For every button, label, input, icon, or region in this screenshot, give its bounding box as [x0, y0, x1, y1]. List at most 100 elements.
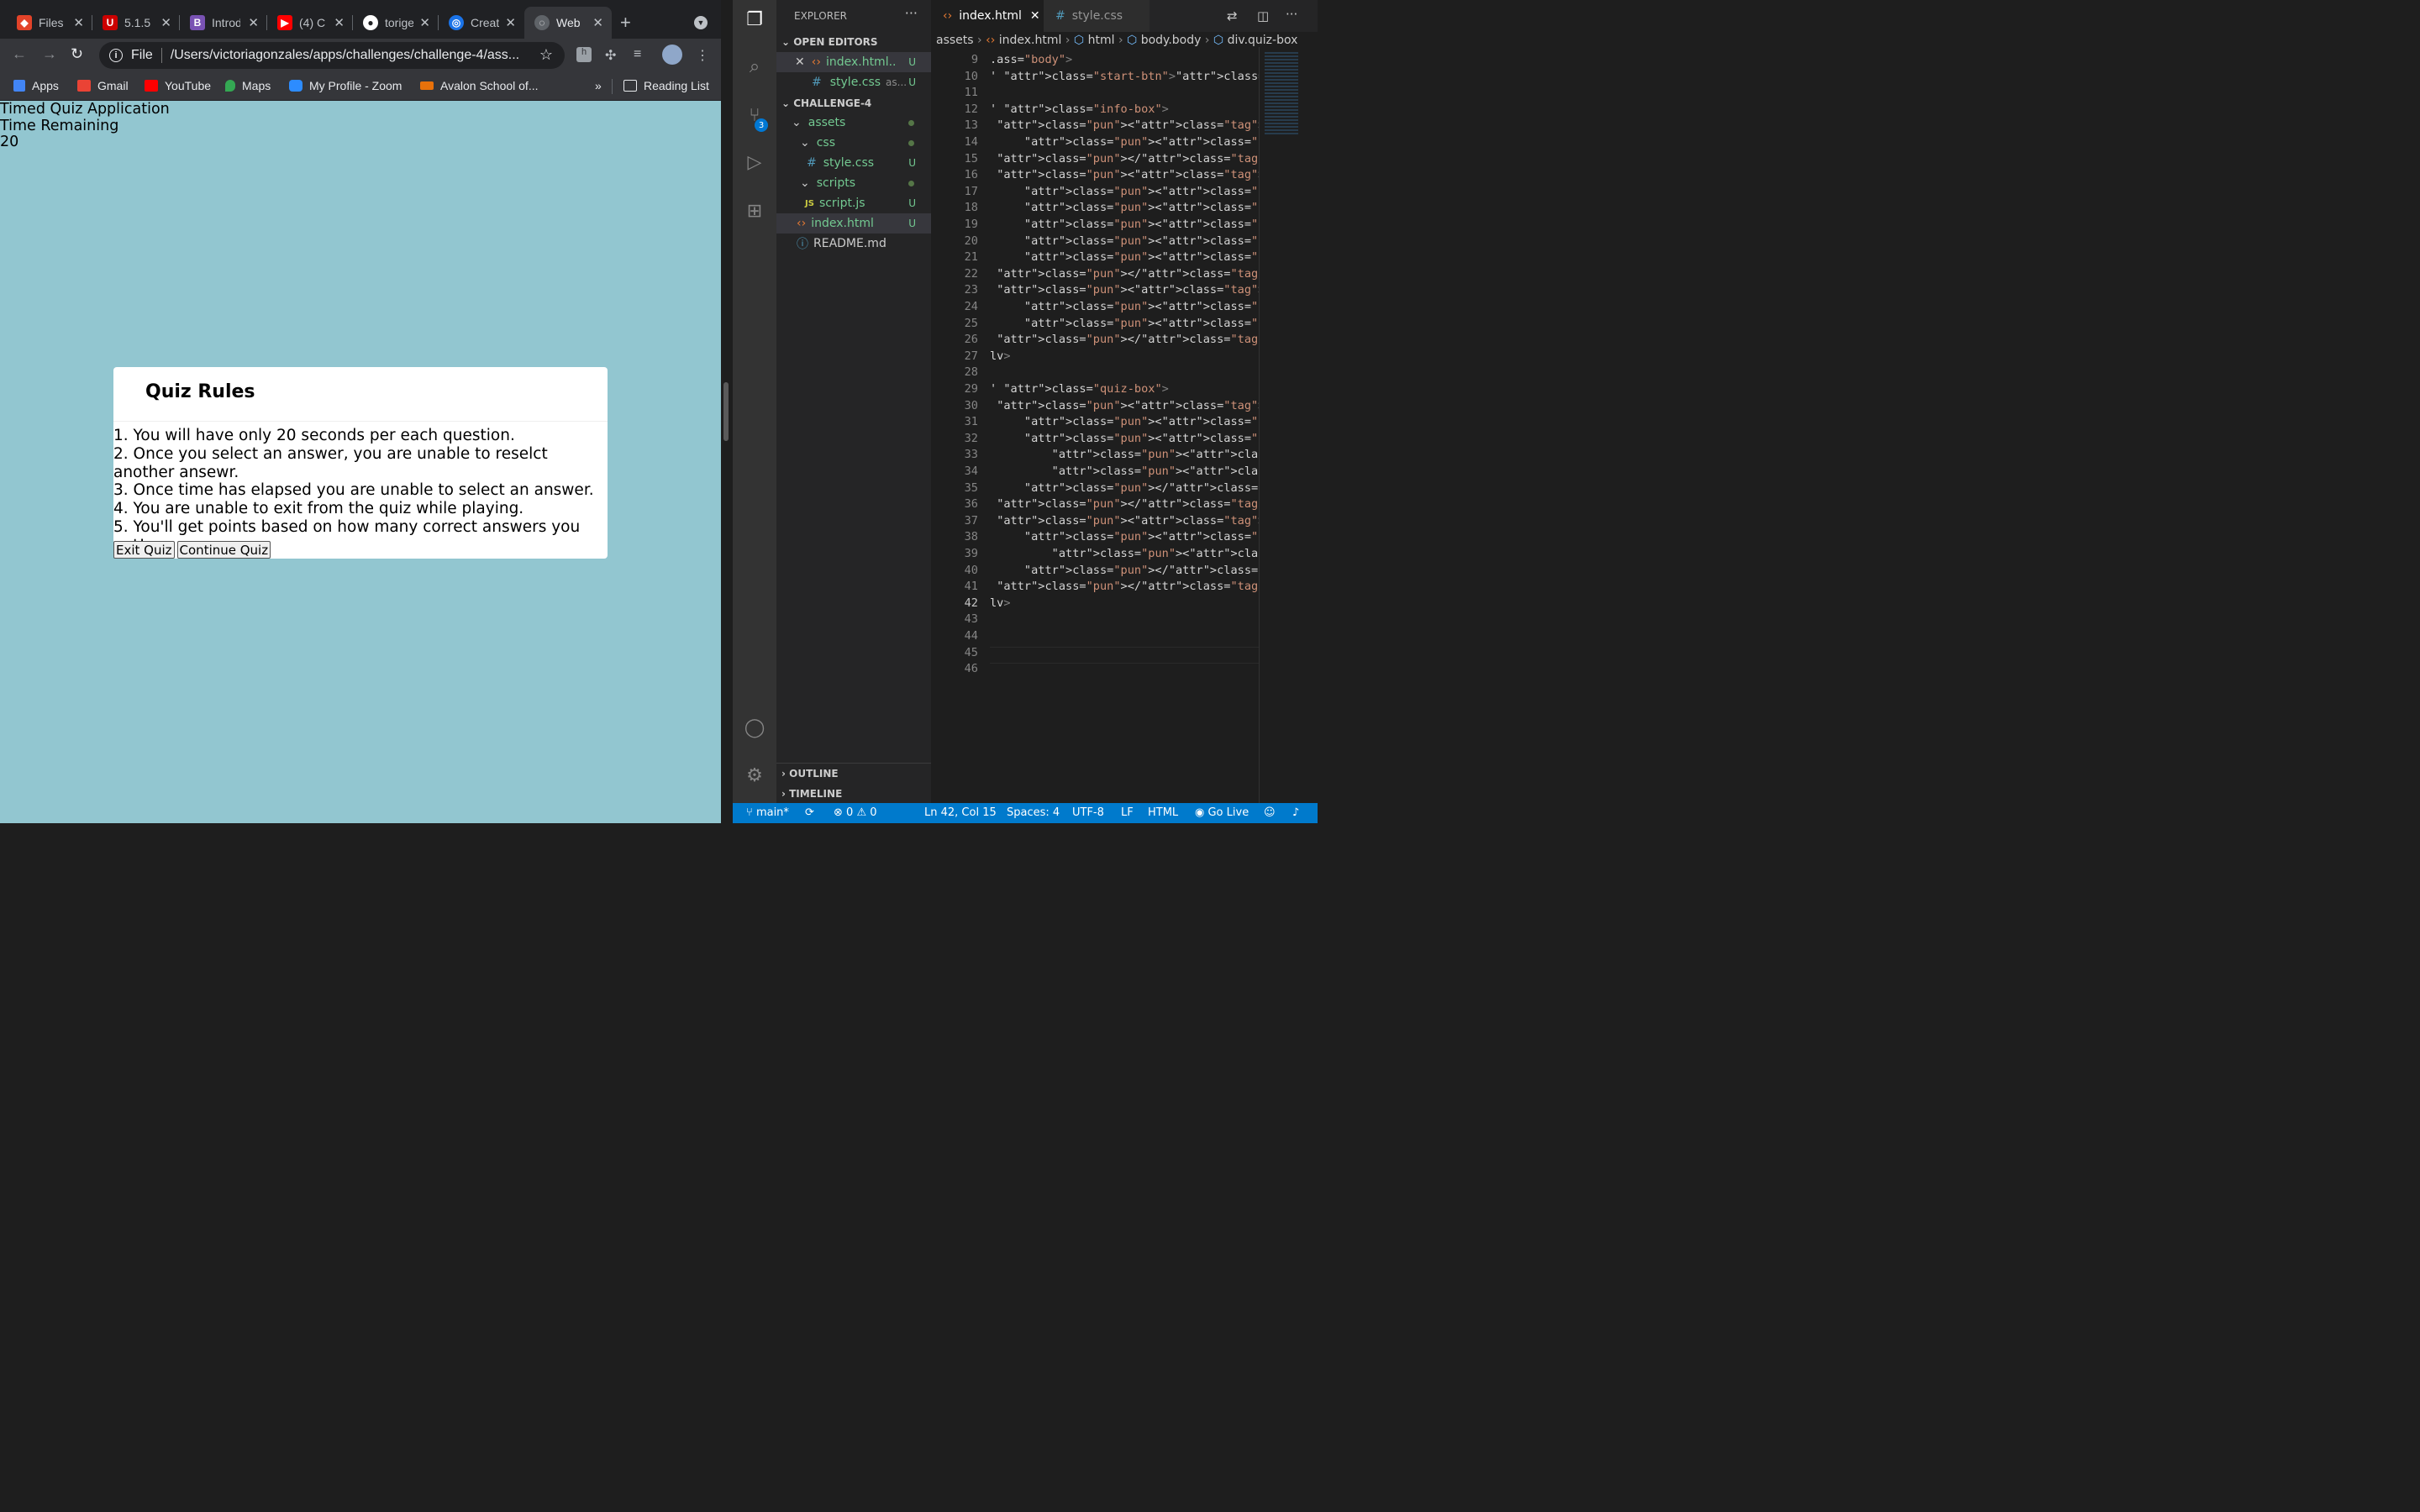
bookmark-apps[interactable]: Apps — [13, 79, 59, 92]
code-line[interactable]: "attr">class="pun"><"attr">class="tag">s… — [990, 546, 1259, 563]
open-editor-index[interactable]: ✕ ‹› index.html... U — [776, 52, 931, 72]
account-icon[interactable]: ◯ — [743, 717, 766, 740]
bookmark-star-icon[interactable]: ☆ — [539, 46, 553, 64]
code-line[interactable]: lv> — [990, 596, 1259, 612]
breadcrumb-item[interactable]: div.quiz-box — [1228, 34, 1298, 47]
code-line[interactable]: ' "attr">class="start-btn">"attr">class=… — [990, 69, 1259, 86]
bell-icon[interactable]: ♪ — [1292, 806, 1299, 819]
code-line[interactable]: "attr">class="pun"></"attr">class="tag">… — [990, 151, 1259, 168]
code-line[interactable]: "attr">class="pun"><"attr">class="tag">d… — [990, 167, 1259, 184]
timeline-header[interactable]: › TIMELINE — [781, 788, 842, 800]
bookmark-youtube[interactable]: YouTube — [145, 79, 211, 92]
close-icon[interactable]: ✕ — [795, 55, 805, 69]
code-line[interactable]: "attr">class="pun"><"attr">class="tag">d… — [990, 447, 1259, 464]
gear-icon[interactable]: ⚙ — [743, 764, 766, 788]
code-line[interactable]: "attr">class="pun"><"attr">class="tag">d… — [990, 529, 1259, 546]
code-line[interactable]: "attr">class="pun"><"attr">class="tag">d… — [990, 234, 1259, 250]
exit-quiz-button[interactable]: Exit Quiz — [113, 541, 175, 559]
breadcrumb-item[interactable]: body.body — [1141, 34, 1202, 47]
code-line[interactable]: "attr">class="pun"><"attr">class="tag">d… — [990, 184, 1259, 201]
open-editor-style[interactable]: # style.css as... U — [776, 72, 931, 92]
editor-tab-index[interactable]: ‹› index.html ✕ — [931, 0, 1044, 32]
code-line[interactable]: "attr">class="pun"><"attr">class="tag">d… — [990, 217, 1259, 234]
close-icon[interactable]: ✕ — [160, 15, 171, 30]
new-tab-button[interactable]: + — [620, 12, 631, 34]
more-actions-icon[interactable]: ··· — [1286, 7, 1297, 22]
close-icon[interactable]: ✕ — [505, 15, 516, 30]
close-icon[interactable]: ✕ — [592, 15, 603, 30]
close-icon[interactable]: ✕ — [419, 15, 430, 30]
avatar[interactable] — [662, 45, 682, 65]
tab-5-1-5[interactable]: U 5.1.5 ✕ — [92, 7, 180, 39]
tab-gitlab-files[interactable]: ◆ Files ✕ — [7, 7, 92, 39]
tree-folder-assets[interactable]: ⌄ assets — [776, 113, 931, 133]
code-line[interactable]: ' "attr">class="info-box"> — [990, 102, 1259, 118]
breadcrumb-item[interactable]: html — [1088, 34, 1115, 47]
open-changes-icon[interactable]: ⇄ — [1227, 8, 1238, 24]
code-line[interactable]: lv> — [990, 349, 1259, 365]
open-editors-header[interactable]: ⌄ OPEN EDITORS — [781, 36, 878, 48]
tree-folder-scripts[interactable]: ⌄ scripts — [776, 173, 931, 193]
reload-icon[interactable]: ↻ — [71, 45, 83, 63]
extension-icon[interactable]: h — [576, 47, 592, 62]
close-icon[interactable]: ✕ — [73, 15, 84, 30]
tree-file-index-html[interactable]: ‹› index.html U — [776, 213, 931, 234]
indentation[interactable]: Spaces: 4 — [1007, 806, 1060, 819]
code-line[interactable]: "attr">class="pun"><"attr">class="tag">h… — [990, 398, 1259, 415]
bookmark-zoom[interactable]: My Profile - Zoom — [289, 79, 402, 92]
info-icon[interactable]: i — [109, 49, 123, 62]
menu-dots-icon[interactable]: ⋮ — [696, 47, 709, 64]
forward-arrow-icon[interactable]: → — [42, 45, 57, 63]
bookmarks-overflow[interactable]: » — [595, 79, 602, 92]
tab-bootstrap[interactable]: B Introduction ✕ — [180, 7, 267, 39]
language-mode[interactable]: HTML — [1148, 806, 1178, 819]
tab-create[interactable]: ◎ Create ✕ — [439, 7, 524, 39]
code-line[interactable]: "attr">class="pun"><"attr">class="tag">d… — [990, 200, 1259, 217]
code-line[interactable]: ' "attr">class="quiz-box"> — [990, 381, 1259, 398]
tree-file-readme[interactable]: ⓘ README.md — [776, 234, 931, 254]
url-text[interactable]: /Users/victoriagonzales/apps/challenges/… — [171, 48, 532, 63]
tab-youtube[interactable]: ▶ (4) C ✕ — [267, 7, 353, 39]
search-icon[interactable]: ⌕ — [743, 55, 766, 79]
tab-web-active[interactable]: ◌ Web ✕ — [524, 7, 612, 39]
tree-folder-css[interactable]: ⌄ css — [776, 133, 931, 153]
code-line[interactable]: "attr">class="pun"></"attr">class="tag">… — [990, 579, 1259, 596]
code-line[interactable]: "attr">class="pun"><"attr">class="tag">b… — [990, 299, 1259, 316]
line-ending[interactable]: LF — [1121, 806, 1134, 819]
continue-quiz-button[interactable]: Continue Quiz — [176, 541, 271, 559]
code-line[interactable]: "attr">class="pun"><"attr">class="tag">d… — [990, 118, 1259, 134]
editor-tab-style[interactable]: # style.css — [1044, 0, 1150, 32]
bookmark-avalon[interactable]: Avalon School of... — [420, 79, 538, 92]
problems-indicator[interactable]: ⊗ 0 ⚠ 0 — [834, 806, 877, 819]
branch-indicator[interactable]: ⑂ main* — [746, 806, 789, 819]
more-actions-icon[interactable]: ··· — [905, 5, 918, 21]
sync-icon[interactable]: ⟳ — [805, 806, 814, 819]
code-line[interactable]: "attr">class="pun"></"attr">class="tag">… — [990, 563, 1259, 580]
media-control-icon[interactable]: ≡ — [634, 47, 641, 62]
close-icon[interactable]: ✕ — [1030, 9, 1040, 23]
minimap[interactable] — [1259, 47, 1318, 803]
project-header[interactable]: ⌄ CHALLENGE-4 — [781, 97, 871, 109]
code-line[interactable]: "attr">class="pun"><"attr">class="tag">d… — [990, 431, 1259, 448]
bookmark-gmail[interactable]: Gmail — [77, 79, 129, 92]
code-line[interactable]: .ass="body"> — [990, 52, 1259, 69]
bookmark-maps[interactable]: Maps — [225, 79, 271, 92]
code-line[interactable]: "attr">class="pun"><"attr">class="tag">d… — [990, 249, 1259, 266]
address-bar[interactable]: i File /Users/victoriagonzales/apps/chal… — [99, 42, 565, 69]
code-line[interactable]: "attr">class="pun"><"attr">class="tag">d… — [990, 414, 1259, 431]
extensions-icon[interactable]: ⊞ — [743, 200, 766, 223]
code-line[interactable]: "attr">class="pun"></"attr">class="tag">… — [990, 480, 1259, 497]
tree-file-script-js[interactable]: JS script.js U — [776, 193, 931, 213]
close-icon[interactable]: ✕ — [334, 15, 345, 30]
tab-search-icon[interactable]: ▼ — [694, 16, 708, 29]
cursor-position[interactable]: Ln 42, Col 15 — [924, 806, 997, 819]
explorer-files-icon[interactable]: ❐ — [743, 8, 766, 32]
code-line[interactable]: "attr">class="pun"></"attr">class="tag">… — [990, 496, 1259, 513]
code-editor[interactable]: 9 .ass="body"> 10 ' "attr">class="start-btn… — [931, 52, 1259, 690]
resize-handle[interactable] — [723, 382, 729, 441]
reading-list[interactable]: Reading List — [623, 79, 709, 92]
close-icon[interactable]: ✕ — [248, 15, 259, 30]
split-editor-icon[interactable]: ◫ — [1257, 8, 1269, 24]
code-line[interactable]: "attr">class="pun"><"attr">class="tag">d… — [990, 464, 1259, 480]
code-line[interactable]: "attr">class="pun"></"attr">class="tag">… — [990, 332, 1259, 349]
